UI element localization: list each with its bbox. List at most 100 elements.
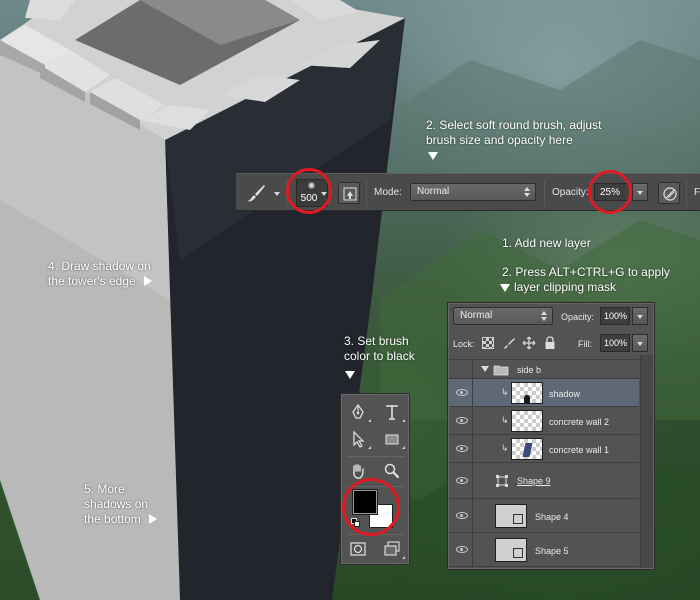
layer-row-concrete-wall-2[interactable]: ↳ concrete wall 2 (449, 407, 639, 435)
callout-shadow-line1: 4. Draw shadow on (48, 259, 151, 273)
tools-separator (347, 486, 405, 487)
layer-blend-mode-select[interactable]: Normal (453, 307, 553, 325)
callout-add-layer: 1. Add new layer (502, 236, 591, 250)
options-separator (686, 180, 687, 206)
thumbnail-shape-mark (513, 514, 523, 524)
tool-flyout-indicator (368, 419, 371, 422)
brush-panel-icon (343, 187, 357, 201)
tablet-pressure-opacity-button[interactable] (658, 182, 680, 204)
callout-more-shadows: 5. More shadows on the bottom (84, 482, 157, 527)
layer-visibility-eye-icon[interactable] (456, 417, 468, 424)
fill-slider-button[interactable] (632, 334, 648, 352)
opacity-input[interactable]: 25% (594, 183, 630, 201)
layer-row-concrete-wall-1[interactable]: ↳ concrete wall 1 (449, 435, 639, 463)
opacity-label: Opacity: (552, 187, 589, 198)
brush-icon (247, 185, 265, 202)
mode-label: Mode: (374, 187, 402, 198)
layers-panel: Normal Opacity: 100% Lock: Fill: 100% si… (447, 302, 655, 570)
callout-shadow-arrow (143, 276, 152, 286)
lock-transparent-pixels-button[interactable] (482, 337, 494, 349)
eye-column (449, 360, 473, 378)
layer-opacity-value: 100% (604, 311, 628, 321)
layer-name: concrete wall 2 (549, 417, 610, 427)
layer-opacity-input[interactable]: 100% (600, 307, 630, 325)
vector-shape-icon (496, 475, 508, 487)
select-arrows-icon (524, 187, 530, 197)
tools-panel (340, 393, 410, 565)
default-colors-icon-back (354, 521, 360, 527)
chevron-down-icon (637, 191, 643, 195)
layer-group-row[interactable]: side b (449, 359, 639, 379)
mode-select-value: Normal (417, 186, 450, 197)
tools-separator (347, 534, 405, 535)
chevron-down-icon (637, 315, 643, 319)
layer-visibility-eye-icon[interactable] (456, 445, 468, 452)
folder-icon (493, 365, 509, 376)
callout-color-line1: 3. Set brush (344, 334, 409, 348)
default-colors-button[interactable] (351, 518, 361, 528)
layer-thumbnail (511, 410, 543, 432)
padlock-icon (545, 336, 555, 349)
layer-name: Shape 4 (535, 512, 569, 522)
layer-group-name: side b (517, 365, 542, 375)
layer-name: shadow (549, 389, 581, 399)
fill-label: Fill: (578, 339, 592, 349)
callout-brush-settings: 2. Select soft round brush, adjust brush… (426, 118, 601, 148)
lock-label: Lock: (453, 339, 475, 349)
tool-flyout-indicator (402, 446, 405, 449)
thumbnail-shape-mark (513, 548, 523, 558)
layer-visibility-eye-icon[interactable] (456, 512, 468, 519)
screen-mode-icon (384, 541, 400, 556)
screen-mode-button[interactable] (381, 538, 405, 560)
layer-row-shape-9[interactable]: Shape 9 (449, 463, 639, 499)
callout-clipping-line1: 2. Press ALT+CTRL+G to apply (502, 265, 670, 279)
layer-row-shape-5[interactable]: Shape 5 (449, 533, 639, 567)
brush-preset-picker[interactable]: 500 (296, 179, 328, 207)
mode-select[interactable]: Normal (410, 183, 536, 201)
callout-brush-color: 3. Set brush color to black (344, 334, 415, 364)
flow-label-truncated: F (694, 187, 700, 198)
hand-tool-button[interactable] (347, 460, 371, 482)
thumbnail-wall-shape (522, 443, 533, 457)
fill-value: 100% (604, 338, 628, 348)
layers-scrollbar[interactable] (640, 355, 653, 568)
lock-all-button[interactable] (544, 336, 556, 350)
airbrush-icon (663, 187, 677, 201)
brush-lock-icon (504, 338, 515, 349)
hand-tool-icon (353, 464, 364, 479)
lock-image-pixels-button[interactable] (502, 336, 516, 350)
type-tool-button[interactable] (381, 401, 405, 423)
foreground-color-swatch[interactable] (353, 490, 377, 514)
tool-flyout-indicator (368, 478, 371, 481)
opacity-slider-button[interactable] (632, 183, 648, 201)
toggle-brush-panel-button[interactable] (338, 182, 360, 204)
expand-group-arrow-icon[interactable] (481, 366, 489, 372)
rectangle-tool-icon (385, 434, 399, 445)
layer-visibility-eye-icon[interactable] (456, 546, 468, 553)
fill-input[interactable]: 100% (600, 334, 630, 352)
layer-row-shadow[interactable]: ↳ shadow (449, 379, 639, 407)
callout-color-line2: color to black (344, 349, 415, 363)
callout-more-line3: the bottom (84, 512, 141, 526)
path-selection-tool-button[interactable] (347, 428, 371, 450)
pen-tool-button[interactable] (347, 401, 371, 423)
layer-opacity-label: Opacity: (561, 312, 595, 322)
callout-more-line2: shadows on (84, 497, 149, 511)
layer-thumbnail (495, 538, 527, 562)
pen-tool-icon (352, 403, 364, 419)
layer-row-shape-4[interactable]: Shape 4 (449, 499, 639, 533)
chevron-down-icon (321, 192, 327, 196)
lock-position-button[interactable] (522, 336, 536, 350)
brush-options-bar: 500 Mode: Normal Opacity: 25% F (236, 173, 700, 211)
tool-flyout-indicator (402, 419, 405, 422)
quick-mask-button[interactable] (347, 538, 369, 560)
zoom-tool-button[interactable] (381, 460, 403, 482)
opacity-value: 25% (600, 187, 621, 198)
brush-size-value: 500 (300, 193, 318, 204)
layer-visibility-eye-icon[interactable] (456, 389, 468, 396)
callout-draw-shadow: 4. Draw shadow on the tower's edge (48, 259, 152, 289)
rectangle-tool-button[interactable] (381, 428, 405, 450)
brush-tool-preset-picker[interactable] (242, 180, 282, 206)
layer-visibility-eye-icon[interactable] (456, 477, 468, 484)
layer-opacity-slider-button[interactable] (632, 307, 648, 325)
